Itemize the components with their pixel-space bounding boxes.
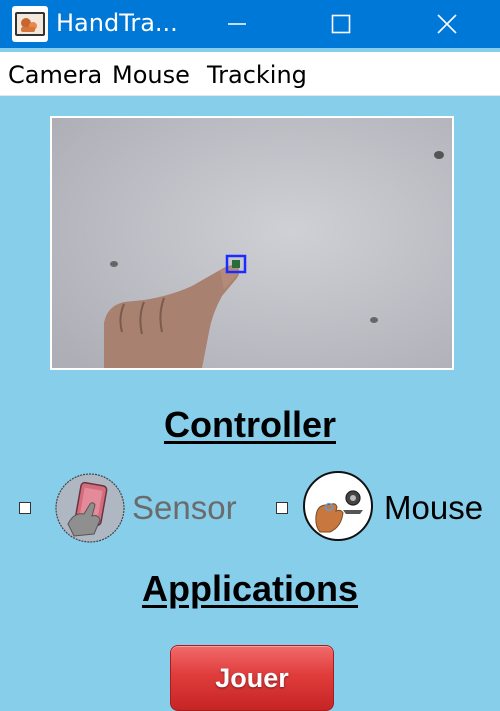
webcam-hand-icon[interactable] [302,470,374,542]
wall-screw [434,151,444,159]
app-icon[interactable] [12,6,48,42]
menu-tracking[interactable]: Tracking [207,60,307,90]
menu-bar: Camera Mouse Tracking [0,52,500,96]
play-button[interactable]: Jouer [170,645,334,711]
maximize-icon [331,14,351,34]
maximize-button[interactable] [316,0,366,48]
menu-camera[interactable]: Camera [8,60,102,90]
menu-mouse[interactable]: Mouse [112,60,190,90]
controller-heading: Controller [163,404,336,445]
wall-screw [110,261,118,267]
title-bar: HandTra... [0,0,500,48]
close-icon [437,14,457,34]
minimize-button[interactable] [212,0,262,48]
close-button[interactable] [422,0,472,48]
hand-sensor-icon[interactable] [54,472,126,544]
mouse-checkbox[interactable] [276,502,288,514]
play-button-label: Jouer [215,662,289,693]
wall-screw [370,317,378,323]
window-title: HandTra... [56,9,178,37]
minimize-icon [228,23,246,25]
sensor-label: Sensor [132,489,237,526]
applications-heading: Applications [141,568,359,609]
sensor-checkbox[interactable] [19,502,31,514]
camera-preview [50,116,454,370]
mouse-label: Mouse [384,489,484,526]
